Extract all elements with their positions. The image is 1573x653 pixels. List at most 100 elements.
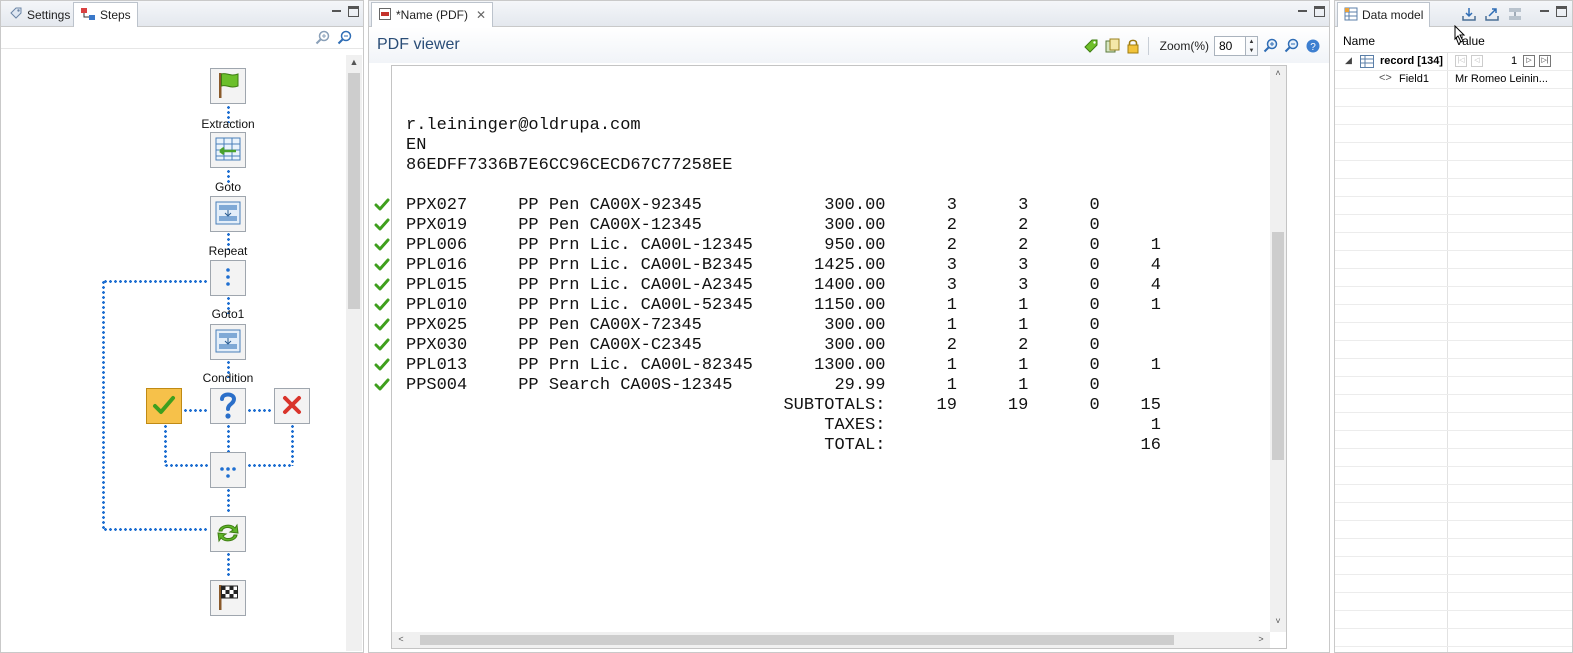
empty-row	[1335, 467, 1572, 485]
minimize-button[interactable]	[331, 6, 342, 17]
pdf-text-line: EN	[406, 136, 427, 155]
pdf-text-line: PPL015 PP Prn Lic. CA00L-A2345 1400.00 3…	[406, 276, 1161, 295]
steps-icon	[80, 7, 96, 24]
goto1-node[interactable]	[210, 324, 246, 360]
data-model-tabbar: Data model	[1335, 1, 1572, 27]
pdf-viewer-title: PDF viewer	[377, 36, 460, 53]
node-label-goto1: Goto1	[211, 307, 245, 321]
empty-row	[1335, 197, 1572, 215]
document-vertical-scrollbar[interactable]: ˄ ˅	[1270, 66, 1286, 632]
pdf-text-line: TOTAL: 16	[406, 436, 1161, 455]
maximize-button[interactable]	[1556, 6, 1567, 17]
column-header-name[interactable]: Name	[1343, 34, 1375, 48]
connector	[227, 488, 230, 514]
empty-row	[1335, 647, 1572, 652]
steps-toolbar	[1, 27, 363, 49]
pdf-text-line: PPL013 PP Prn Lic. CA00L-82345 1300.00 1…	[406, 356, 1161, 375]
import-icon[interactable]	[1461, 6, 1477, 25]
condition-node[interactable]	[210, 388, 246, 424]
empty-row	[1335, 287, 1572, 305]
empty-row	[1335, 413, 1572, 431]
scroll-thumb[interactable]	[348, 73, 360, 309]
zoom-in-icon[interactable]	[315, 30, 331, 49]
loop-node[interactable]	[210, 516, 246, 552]
pdf-text-line: PPX030 PP Pen CA00X-C2345 300.00 2 2 0	[406, 336, 1100, 355]
steps-panel-tabbar: Settings Steps	[1, 1, 363, 27]
pdf-viewer-header: PDF viewer Zoom(%) ▲▼	[369, 27, 1329, 63]
empty-row	[1335, 251, 1572, 269]
field-value[interactable]: Mr Romeo Leinin...	[1455, 73, 1548, 85]
empty-row	[1335, 323, 1572, 341]
spin-down-icon[interactable]: ▼	[1249, 48, 1255, 54]
merge-node[interactable]	[210, 452, 246, 488]
scroll-right-arrow[interactable]: ˃	[1254, 634, 1268, 644]
last-record-icon[interactable]: ▷|	[1539, 55, 1551, 67]
scroll-left-arrow[interactable]: ˂	[394, 634, 408, 644]
branch-connector	[164, 424, 167, 466]
steps-vertical-scrollbar[interactable]: ▲	[346, 55, 362, 651]
export-data-icon[interactable]	[1484, 6, 1500, 25]
zoom-input[interactable]	[1214, 36, 1246, 56]
row-check-icon	[374, 318, 390, 332]
false-branch-node[interactable]	[274, 388, 310, 424]
refresh-model-icon[interactable]	[1507, 6, 1523, 25]
prev-record-icon[interactable]: ◁	[1471, 55, 1483, 67]
document-horizontal-scrollbar[interactable]: ˂ ˃	[392, 632, 1270, 648]
scroll-down-arrow[interactable]: ˅	[1271, 616, 1285, 626]
zoom-spinner[interactable]: ▲ ▼	[1246, 36, 1258, 56]
tab-settings[interactable]: Settings	[3, 2, 76, 27]
close-icon[interactable]: ✕	[476, 8, 486, 22]
record-row[interactable]: ◢ record [134] |◁ ◁ 1 ▷ ▷|	[1335, 53, 1572, 71]
tab-steps[interactable]: Steps	[73, 2, 138, 27]
maximize-button[interactable]	[348, 6, 359, 17]
export-icon[interactable]	[1104, 38, 1120, 54]
data-model-grid: ◢ record [134] |◁ ◁ 1 ▷ ▷| <> Field1 Mr …	[1335, 53, 1572, 652]
tab-data-model[interactable]: Data model	[1337, 2, 1431, 27]
table-extract-icon	[214, 136, 242, 165]
pdf-text-line: 86EDFF7336B7E6CC96CECD67C77258EE	[406, 156, 733, 175]
field-row[interactable]: <> Field1 Mr Romeo Leinin...	[1335, 71, 1572, 89]
help-icon[interactable]: ?	[1305, 38, 1321, 54]
spin-up-icon[interactable]: ▲	[1249, 39, 1255, 45]
minimize-button[interactable]	[1297, 6, 1308, 17]
zoom-out-icon[interactable]	[1284, 38, 1300, 54]
expand-arrow-icon[interactable]: ◢	[1345, 55, 1352, 66]
connector	[227, 552, 230, 578]
zoom-in-icon[interactable]	[1263, 38, 1279, 54]
lock-icon[interactable]	[1125, 38, 1141, 54]
data-model-panel: Data model Name Value ◢ record [134] |◁ …	[1334, 0, 1573, 653]
scroll-thumb[interactable]	[1272, 232, 1284, 460]
true-branch-node[interactable]	[146, 388, 182, 424]
pdf-document-area[interactable]: r.leininger@oldrupa.com EN 86EDFF7336B7E6C…	[391, 65, 1287, 649]
tag-icon[interactable]	[1083, 38, 1099, 54]
first-record-icon[interactable]: |◁	[1455, 55, 1467, 67]
empty-row	[1335, 215, 1572, 233]
row-check-icon	[374, 278, 390, 292]
loop-icon	[214, 519, 242, 550]
goto-node[interactable]	[210, 196, 246, 232]
branch-connector	[164, 464, 209, 467]
scroll-up-arrow[interactable]: ˄	[1271, 68, 1285, 78]
end-node[interactable]	[210, 580, 246, 616]
empty-row	[1335, 557, 1572, 575]
pdf-text-line: PPX019 PP Pen CA00X-12345 300.00 2 2 0	[406, 216, 1100, 235]
zoom-out-icon[interactable]	[337, 30, 353, 49]
start-node[interactable]	[210, 68, 246, 104]
field-name: Field1	[1399, 73, 1429, 85]
pdf-text-line: PPX027 PP Pen CA00X-92345 300.00 3 3 0	[406, 196, 1100, 215]
tab-name-pdf[interactable]: *Name (PDF) ✕	[371, 2, 494, 27]
record-index: 1	[1511, 55, 1518, 67]
empty-row	[1335, 89, 1572, 107]
repeat-node[interactable]	[210, 260, 246, 296]
scroll-up-arrow[interactable]: ▲	[347, 57, 361, 67]
row-check-icon	[374, 338, 390, 352]
next-record-icon[interactable]: ▷	[1523, 55, 1535, 67]
loop-connector	[102, 280, 105, 530]
minimize-button[interactable]	[1539, 6, 1550, 17]
loop-connector	[103, 280, 209, 283]
empty-row	[1335, 341, 1572, 359]
extraction-node[interactable]	[210, 132, 246, 168]
maximize-button[interactable]	[1314, 6, 1325, 17]
empty-row	[1335, 629, 1572, 647]
scroll-thumb[interactable]	[420, 635, 1174, 645]
